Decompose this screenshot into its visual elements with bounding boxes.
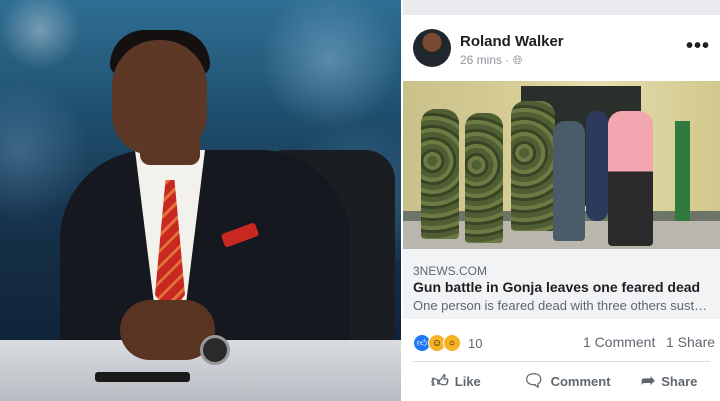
image-soldier: [511, 101, 555, 231]
share-button[interactable]: ➦ Share: [641, 371, 697, 391]
comment-button[interactable]: 🗨︎ Comment: [523, 371, 611, 391]
wristwatch: [200, 335, 230, 365]
reaction-summary[interactable]: 👍︎ ☺︎ ○ 10: [413, 334, 482, 352]
comment-label: Comment: [550, 373, 611, 389]
link-description: One person is feared dead with three oth…: [413, 298, 713, 313]
face: [112, 40, 207, 155]
phone-on-desk: [95, 372, 190, 382]
thumbs-up-icon: 👍︎: [431, 372, 449, 391]
post-meta: 26 mins · 🌐︎: [460, 53, 522, 68]
like-button[interactable]: 👍︎ Like: [431, 371, 481, 392]
share-icon: ➦: [641, 371, 656, 390]
action-divider: [413, 361, 710, 362]
image-soldier: [421, 109, 459, 239]
image-person: [608, 111, 653, 246]
ellipsis-icon[interactable]: •••: [686, 35, 710, 58]
meta-separator: ·: [505, 53, 513, 67]
comments-count[interactable]: 1 Comment: [583, 334, 655, 350]
image-soldier: [465, 113, 503, 243]
author-avatar[interactable]: [413, 29, 451, 67]
image-person: [553, 121, 585, 241]
author-name[interactable]: Roland Walker: [460, 33, 564, 50]
shares-count[interactable]: 1 Share: [666, 334, 715, 350]
image-person: [586, 111, 608, 221]
post-time[interactable]: 26 mins: [460, 53, 502, 67]
anchor-photo: [0, 0, 401, 401]
link-preview-image[interactable]: [403, 81, 720, 249]
like-label: Like: [454, 374, 481, 389]
share-label: Share: [661, 373, 698, 389]
post-card: Roland Walker 26 mins · 🌐︎ ••• 3NEWS.COM…: [403, 15, 720, 401]
wow-icon: ○: [443, 334, 461, 352]
facebook-post-screenshot: Roland Walker 26 mins · 🌐︎ ••• 3NEWS.COM…: [403, 0, 720, 401]
globe-icon: 🌐︎: [512, 53, 523, 67]
comment-icon: 🗨︎: [523, 371, 545, 390]
reaction-count: 10: [468, 335, 483, 351]
link-domain: 3NEWS.COM: [413, 264, 488, 278]
link-title[interactable]: Gun battle in Gonja leaves one feared de…: [413, 279, 700, 295]
